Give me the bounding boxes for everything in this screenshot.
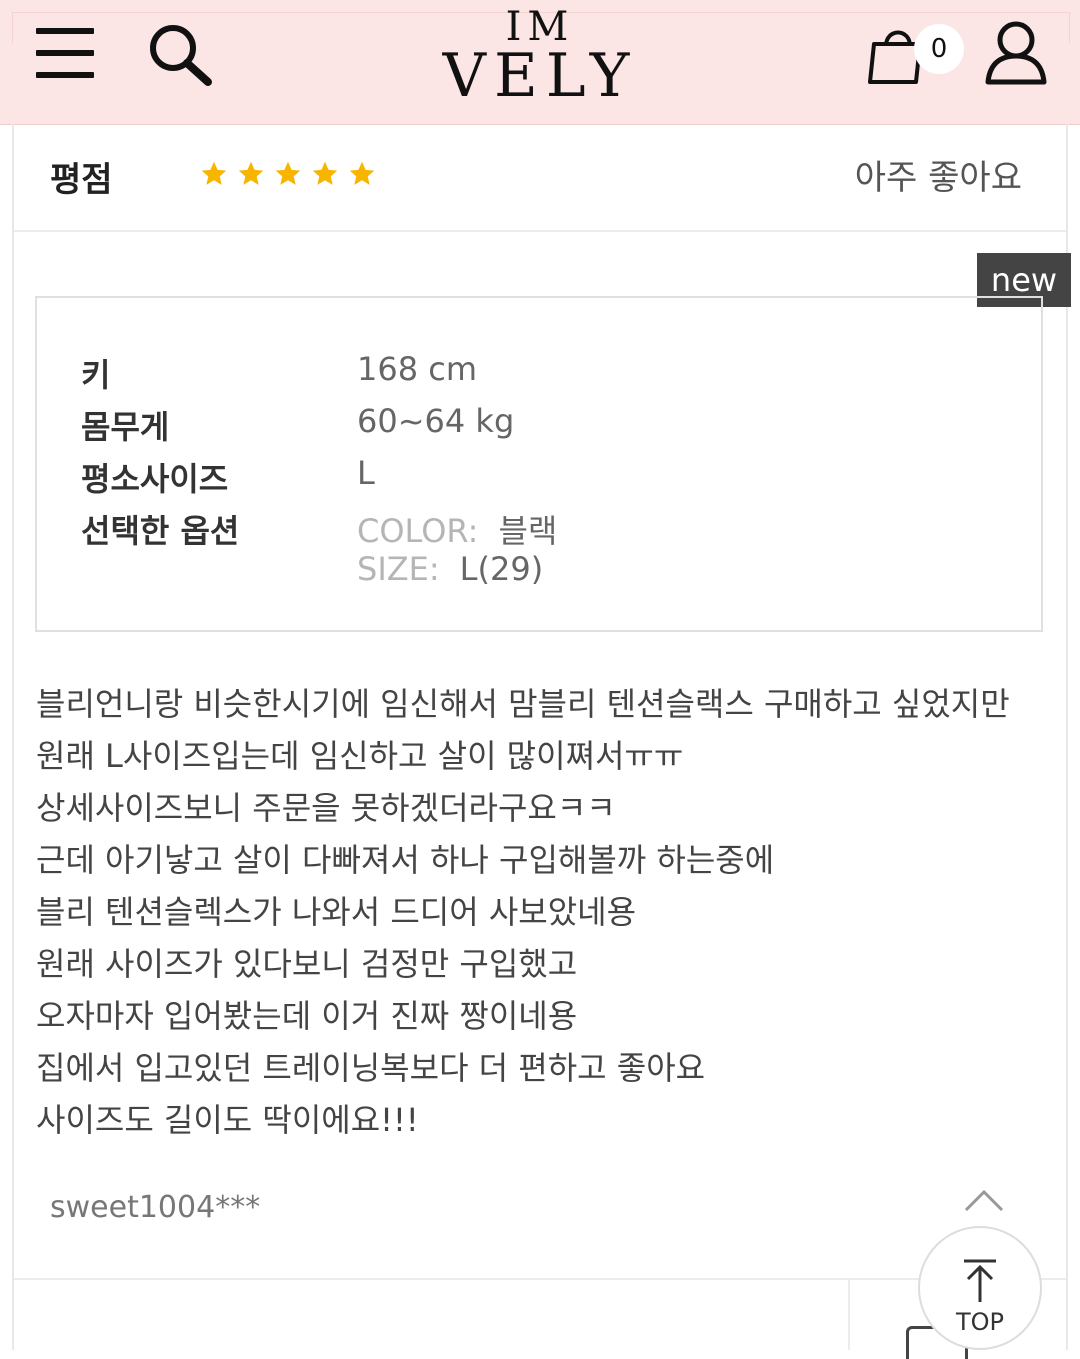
option-color: COLOR: 블랙	[357, 506, 557, 552]
rating-label: 평점	[50, 160, 113, 200]
scroll-to-top-button[interactable]: TOP	[918, 1226, 1042, 1350]
reviewer-info-box: 키 168 cm 몸무게 60~64 kg 평소사이즈 L 선택한 옵션 COL…	[35, 296, 1043, 632]
content-frame-left	[12, 124, 14, 1350]
star-icon	[312, 161, 338, 185]
user-icon[interactable]	[984, 18, 1048, 86]
review-line: 원래 L사이즈입는데 임신하고 살이 많이쪄서ㅠㅠ	[36, 737, 684, 775]
review-line: 원래 사이즈가 있다보니 검정만 구입했고	[36, 945, 578, 983]
option-size: SIZE: L(29)	[357, 550, 543, 588]
weight-label: 몸무게	[81, 408, 170, 446]
cart-count-badge: 0	[914, 24, 964, 74]
review-line: 근데 아기낳고 살이 다빠져서 하나 구입해볼까 하는중에	[36, 841, 775, 879]
star-icon	[275, 161, 301, 185]
bottom-divider	[14, 1278, 1066, 1280]
review-line: 상세사이즈보니 주문을 못하겠더라구요ㅋㅋ	[36, 789, 616, 827]
size-key: SIZE:	[357, 550, 440, 588]
height-label: 키	[81, 356, 111, 394]
bottom-column-divider	[848, 1280, 850, 1350]
rating-stars	[200, 160, 376, 188]
color-value: 블랙	[498, 512, 558, 550]
brand-logo[interactable]: IM VELY	[440, 6, 640, 106]
search-icon[interactable]	[146, 22, 214, 86]
menu-icon[interactable]	[36, 28, 94, 80]
star-icon	[238, 161, 264, 185]
top-button-label: TOP	[955, 1308, 1005, 1336]
size-label: 평소사이즈	[81, 460, 229, 498]
review-author: sweet1004***	[50, 1190, 261, 1225]
review-line: 집에서 입고있던 트레이닝복보다 더 편하고 좋아요	[36, 1049, 706, 1087]
arrow-up-icon	[964, 1259, 996, 1302]
height-value: 168 cm	[357, 350, 478, 388]
review-line: 블리 텐션슬렉스가 나와서 드디어 사보았네용	[36, 893, 637, 931]
review-line: 오자마자 입어봤는데 이거 진짜 짱이네용	[36, 997, 578, 1035]
size-value: L	[357, 454, 375, 492]
star-icon	[349, 161, 375, 185]
review-line: 사이즈도 길이도 딱이에요!!!	[36, 1101, 419, 1139]
color-key: COLOR:	[357, 512, 479, 550]
option-label: 선택한 옵션	[81, 512, 240, 550]
rating-text: 아주 좋아요	[854, 158, 1022, 198]
content-frame-right	[1066, 124, 1068, 1350]
top-header: IM VELY 0	[0, 0, 1080, 125]
review-line: 블리언니랑 비슷한시기에 임신해서 맘블리 텐션슬랙스 구매하고 싶었지만	[36, 685, 1010, 723]
rating-row: 평점 아주 좋아요	[14, 124, 1066, 232]
size-option-value: L(29)	[459, 550, 544, 588]
weight-value: 60~64 kg	[357, 402, 515, 440]
chevron-up-icon[interactable]	[962, 1188, 1006, 1214]
logo-line-2: VELY	[442, 41, 638, 111]
star-icon	[201, 161, 227, 185]
review-body: 블리언니랑 비슷한시기에 임신해서 맘블리 텐션슬랙스 구매하고 싶었지만 원래…	[36, 678, 1036, 1146]
